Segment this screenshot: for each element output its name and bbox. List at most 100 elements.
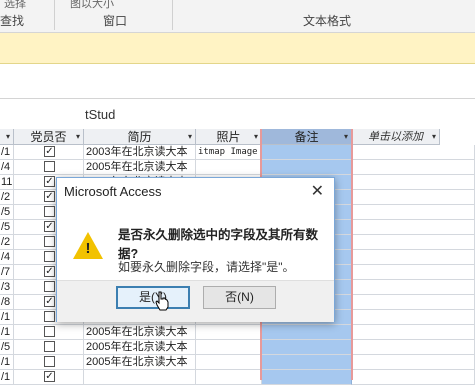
- party-cell[interactable]: [14, 160, 84, 175]
- add-column-cell[interactable]: [352, 145, 475, 160]
- memo-cell[interactable]: [262, 145, 352, 160]
- column-header-party[interactable]: 党员否 ▾: [14, 129, 84, 145]
- date-cell[interactable]: /1: [0, 355, 14, 370]
- table-row[interactable]: /1 ✓: [0, 370, 475, 385]
- memo-cell[interactable]: [262, 160, 352, 175]
- checkbox-icon[interactable]: [44, 341, 55, 352]
- date-cell[interactable]: /2: [0, 235, 14, 250]
- add-column-cell[interactable]: [352, 160, 475, 175]
- add-column-cell[interactable]: [352, 250, 475, 265]
- photo-cell[interactable]: [196, 370, 262, 385]
- add-column-cell[interactable]: [352, 340, 475, 355]
- memo-cell[interactable]: [262, 355, 352, 370]
- table-tab-tstud[interactable]: tStud: [85, 107, 115, 122]
- add-column-cell[interactable]: [352, 295, 475, 310]
- add-column-cell[interactable]: [352, 310, 475, 325]
- photo-cell[interactable]: [196, 160, 262, 175]
- ribbon-select-fragment[interactable]: 选择: [4, 0, 26, 11]
- checkbox-icon[interactable]: [44, 356, 55, 367]
- close-icon[interactable]: ✕: [311, 181, 324, 201]
- date-cell[interactable]: 11: [0, 175, 14, 190]
- date-cell[interactable]: /5: [0, 340, 14, 355]
- photo-cell[interactable]: [196, 325, 262, 340]
- dropdown-arrow-icon[interactable]: ▾: [188, 129, 192, 145]
- column-header-date[interactable]: ▾: [0, 129, 14, 145]
- yes-button[interactable]: 是(Y): [116, 286, 190, 309]
- checkbox-icon[interactable]: [44, 251, 55, 262]
- date-cell[interactable]: /5: [0, 220, 14, 235]
- add-column-cell[interactable]: [352, 355, 475, 370]
- memo-cell[interactable]: [262, 370, 352, 385]
- photo-cell[interactable]: [196, 355, 262, 370]
- table-row[interactable]: /5 2005年在北京读大本: [0, 340, 475, 355]
- checkbox-checked-icon[interactable]: ✓: [44, 221, 55, 232]
- resume-cell[interactable]: 2005年在北京读大本: [84, 340, 196, 355]
- date-cell[interactable]: /1: [0, 310, 14, 325]
- resume-cell[interactable]: 2005年在北京读大本: [84, 325, 196, 340]
- column-header-add[interactable]: 单击以添加 ▾: [352, 129, 440, 145]
- checkbox-checked-icon[interactable]: ✓: [44, 266, 55, 277]
- photo-cell[interactable]: itmap Image: [196, 145, 262, 160]
- resume-cell[interactable]: 2005年在北京读大本: [84, 355, 196, 370]
- table-row[interactable]: /1 ✓ 2003年在北京读大本 itmap Image: [0, 145, 475, 160]
- party-cell[interactable]: [14, 325, 84, 340]
- resume-cell[interactable]: 2003年在北京读大本: [84, 145, 196, 160]
- ribbon-size-fragment[interactable]: 图以大小: [70, 0, 114, 11]
- date-cell[interactable]: /5: [0, 205, 14, 220]
- date-cell[interactable]: /7: [0, 265, 14, 280]
- checkbox-icon[interactable]: [44, 311, 55, 322]
- column-header-memo[interactable]: 备注 ▾: [262, 129, 352, 145]
- checkbox-checked-icon[interactable]: ✓: [44, 191, 55, 202]
- column-header-photo[interactable]: 照片 ▾: [196, 129, 262, 145]
- dropdown-arrow-icon[interactable]: ▾: [76, 129, 80, 145]
- checkbox-icon[interactable]: [44, 206, 55, 217]
- date-cell[interactable]: /3: [0, 280, 14, 295]
- checkbox-icon[interactable]: [44, 161, 55, 172]
- add-column-cell[interactable]: [352, 205, 475, 220]
- group-find-label: 查找: [0, 14, 25, 28]
- add-column-cell[interactable]: [352, 280, 475, 295]
- ribbon: 选择 图以大小 查找 窗口 文本格式: [0, 0, 475, 33]
- selection-edge: [351, 129, 353, 380]
- add-column-cell[interactable]: [352, 235, 475, 250]
- date-cell[interactable]: /2: [0, 190, 14, 205]
- date-cell[interactable]: /8: [0, 295, 14, 310]
- date-cell[interactable]: /4: [0, 160, 14, 175]
- party-cell[interactable]: ✓: [14, 145, 84, 160]
- party-cell[interactable]: [14, 355, 84, 370]
- dropdown-arrow-icon[interactable]: ▾: [344, 129, 348, 145]
- dropdown-arrow-icon[interactable]: ▾: [432, 129, 436, 145]
- add-column-cell[interactable]: [352, 265, 475, 280]
- checkbox-checked-icon[interactable]: ✓: [44, 371, 55, 382]
- no-button[interactable]: 否(N): [203, 286, 276, 309]
- table-row[interactable]: /4 2005年在北京读大本: [0, 160, 475, 175]
- photo-cell[interactable]: [196, 340, 262, 355]
- add-column-cell[interactable]: [352, 220, 475, 235]
- checkbox-icon[interactable]: [44, 326, 55, 337]
- date-cell[interactable]: /1: [0, 325, 14, 340]
- checkbox-icon[interactable]: [44, 236, 55, 247]
- checkbox-checked-icon[interactable]: ✓: [44, 176, 55, 187]
- checkbox-checked-icon[interactable]: ✓: [44, 296, 55, 307]
- add-column-cell[interactable]: [352, 370, 475, 385]
- date-cell[interactable]: /4: [0, 250, 14, 265]
- checkbox-icon[interactable]: [44, 281, 55, 292]
- add-column-cell[interactable]: [352, 175, 475, 190]
- table-row[interactable]: /1 2005年在北京读大本: [0, 355, 475, 370]
- add-column-cell[interactable]: [352, 325, 475, 340]
- party-cell[interactable]: ✓: [14, 370, 84, 385]
- dropdown-arrow-icon[interactable]: ▾: [254, 129, 258, 145]
- delete-confirm-dialog: Microsoft Access ✕ ! 是否永久删除选中的字段及其所有数据? …: [56, 177, 335, 322]
- checkbox-checked-icon[interactable]: ✓: [44, 146, 55, 157]
- dropdown-arrow-icon[interactable]: ▾: [6, 129, 10, 145]
- add-column-cell[interactable]: [352, 190, 475, 205]
- memo-cell[interactable]: [262, 325, 352, 340]
- date-cell[interactable]: /1: [0, 145, 14, 160]
- party-cell[interactable]: [14, 340, 84, 355]
- memo-cell[interactable]: [262, 340, 352, 355]
- resume-cell[interactable]: 2005年在北京读大本: [84, 160, 196, 175]
- column-header-resume[interactable]: 简历 ▾: [84, 129, 196, 145]
- table-row[interactable]: /1 2005年在北京读大本: [0, 325, 475, 340]
- date-cell[interactable]: /1: [0, 370, 14, 385]
- resume-cell[interactable]: [84, 370, 196, 385]
